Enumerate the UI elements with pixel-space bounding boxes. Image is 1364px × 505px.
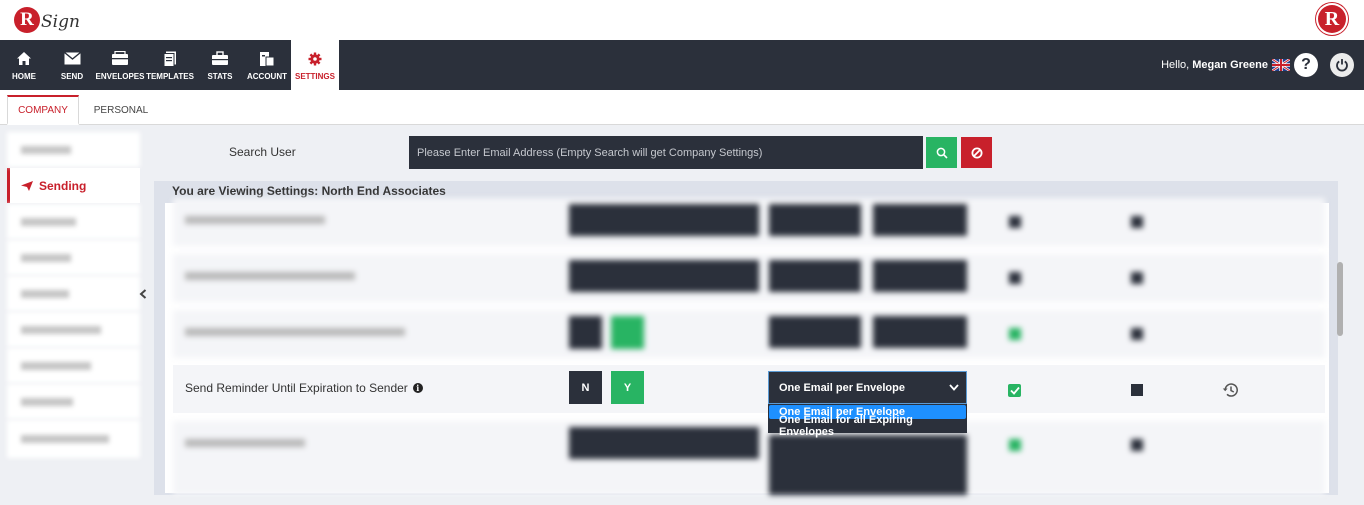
sidebar-item-blurred[interactable]: [7, 132, 140, 167]
user-name[interactable]: Megan Greene: [1192, 59, 1268, 71]
settings-sidebar: Sending: [7, 132, 140, 458]
setting-label-text: Send Reminder Until Expiration to Sender: [185, 381, 408, 395]
scrollbar-thumb[interactable]: [1337, 262, 1343, 336]
briefcase-icon: [211, 50, 229, 68]
setting-label: Send Reminder Until Expiration to Sender…: [185, 381, 423, 395]
nav-templates-label: TEMPLATES: [146, 71, 194, 81]
nav-send[interactable]: SEND: [56, 40, 88, 90]
nav-settings[interactable]: SETTINGS: [291, 40, 339, 90]
select-value: One Email per Envelope: [779, 381, 905, 394]
search-button[interactable]: [926, 137, 957, 168]
nav-settings-label: SETTINGS: [294, 71, 335, 81]
logo-bar: R Sign R: [0, 0, 1364, 40]
nav-envelopes-label: ENVELOPES: [95, 71, 145, 81]
main-nav: HOME SEND ENVELOPES TEMPLATES STATS ACCO…: [0, 40, 1364, 90]
info-icon[interactable]: i: [412, 383, 423, 393]
checkmark-icon: [1009, 386, 1020, 395]
override-checkbox[interactable]: [1008, 384, 1021, 397]
settings-row-blurred: [173, 421, 1325, 495]
lock-checkbox[interactable]: [1131, 384, 1143, 396]
sidebar-item-blurred[interactable]: [7, 204, 140, 239]
nav-templates[interactable]: TEMPLATES: [146, 40, 194, 90]
viewing-settings-title: You are Viewing Settings: North End Asso…: [172, 184, 446, 198]
search-user-label: Search User: [229, 145, 296, 159]
settings-row-blurred: [173, 310, 1325, 358]
rsign-logo[interactable]: R Sign: [14, 4, 80, 36]
envelopes-icon: [111, 50, 129, 68]
gear-icon: [308, 50, 322, 68]
sidebar-item-blurred[interactable]: [7, 348, 140, 383]
sidebar-item-label: Sending: [39, 178, 87, 193]
help-icon[interactable]: ?: [1294, 53, 1318, 77]
account-icon: [259, 50, 275, 68]
nav-home-label: HOME: [12, 71, 36, 81]
reminder-frequency-select[interactable]: One Email per Envelope: [768, 371, 967, 404]
no-toggle-button[interactable]: N: [569, 371, 602, 404]
search-icon: [936, 147, 948, 159]
nav-stats-label: STATS: [207, 71, 233, 81]
settings-row-reminder-sender: Send Reminder Until Expiration to Sender…: [173, 365, 1325, 413]
tab-personal[interactable]: PERSONAL: [86, 95, 156, 125]
uk-flag-icon[interactable]: [1272, 59, 1290, 71]
greeting-text: Hello,: [1161, 59, 1190, 71]
yes-toggle-button[interactable]: Y: [611, 371, 644, 404]
brand-badge-icon: R: [1318, 5, 1346, 33]
user-area: Hello, Megan Greene ?: [1161, 40, 1354, 90]
settings-subtabs: COMPANY PERSONAL: [0, 90, 1364, 125]
logo-text: Sign: [41, 12, 80, 32]
option-one-email-all-expiring[interactable]: One Email for all Expiring Envelopes: [769, 414, 966, 438]
sidebar-item-sending[interactable]: Sending: [7, 168, 140, 203]
tab-company[interactable]: COMPANY: [7, 95, 79, 125]
nav-home[interactable]: HOME: [6, 40, 42, 90]
envelope-icon: [63, 50, 81, 68]
ban-icon: [971, 147, 982, 158]
sidebar-item-blurred[interactable]: [7, 420, 140, 458]
reminder-frequency-options: One Email per Envelope One Email for all…: [768, 404, 967, 438]
nav-account-label: ACCOUNT: [247, 71, 287, 81]
home-icon: [16, 50, 32, 68]
history-icon[interactable]: [1222, 382, 1239, 403]
sidebar-item-blurred[interactable]: [7, 312, 140, 347]
templates-icon: [163, 50, 177, 68]
clear-search-button[interactable]: [961, 137, 992, 168]
sidebar-item-blurred[interactable]: [7, 240, 140, 275]
chevron-down-icon: [949, 384, 959, 391]
sidebar-item-blurred[interactable]: [7, 276, 140, 311]
nav-send-label: SEND: [60, 71, 84, 81]
logo-letter: R: [14, 7, 40, 33]
search-input[interactable]: [409, 136, 923, 169]
nav-envelopes[interactable]: ENVELOPES: [96, 40, 144, 90]
nav-account[interactable]: ACCOUNT: [246, 40, 288, 90]
settings-row-blurred: [173, 198, 1325, 246]
collapse-sidebar-icon[interactable]: [138, 287, 148, 301]
nav-stats[interactable]: STATS: [204, 40, 236, 90]
paper-plane-icon: [21, 180, 33, 191]
power-icon[interactable]: [1330, 53, 1354, 77]
sidebar-item-blurred[interactable]: [7, 384, 140, 419]
settings-row-blurred: [173, 254, 1325, 302]
